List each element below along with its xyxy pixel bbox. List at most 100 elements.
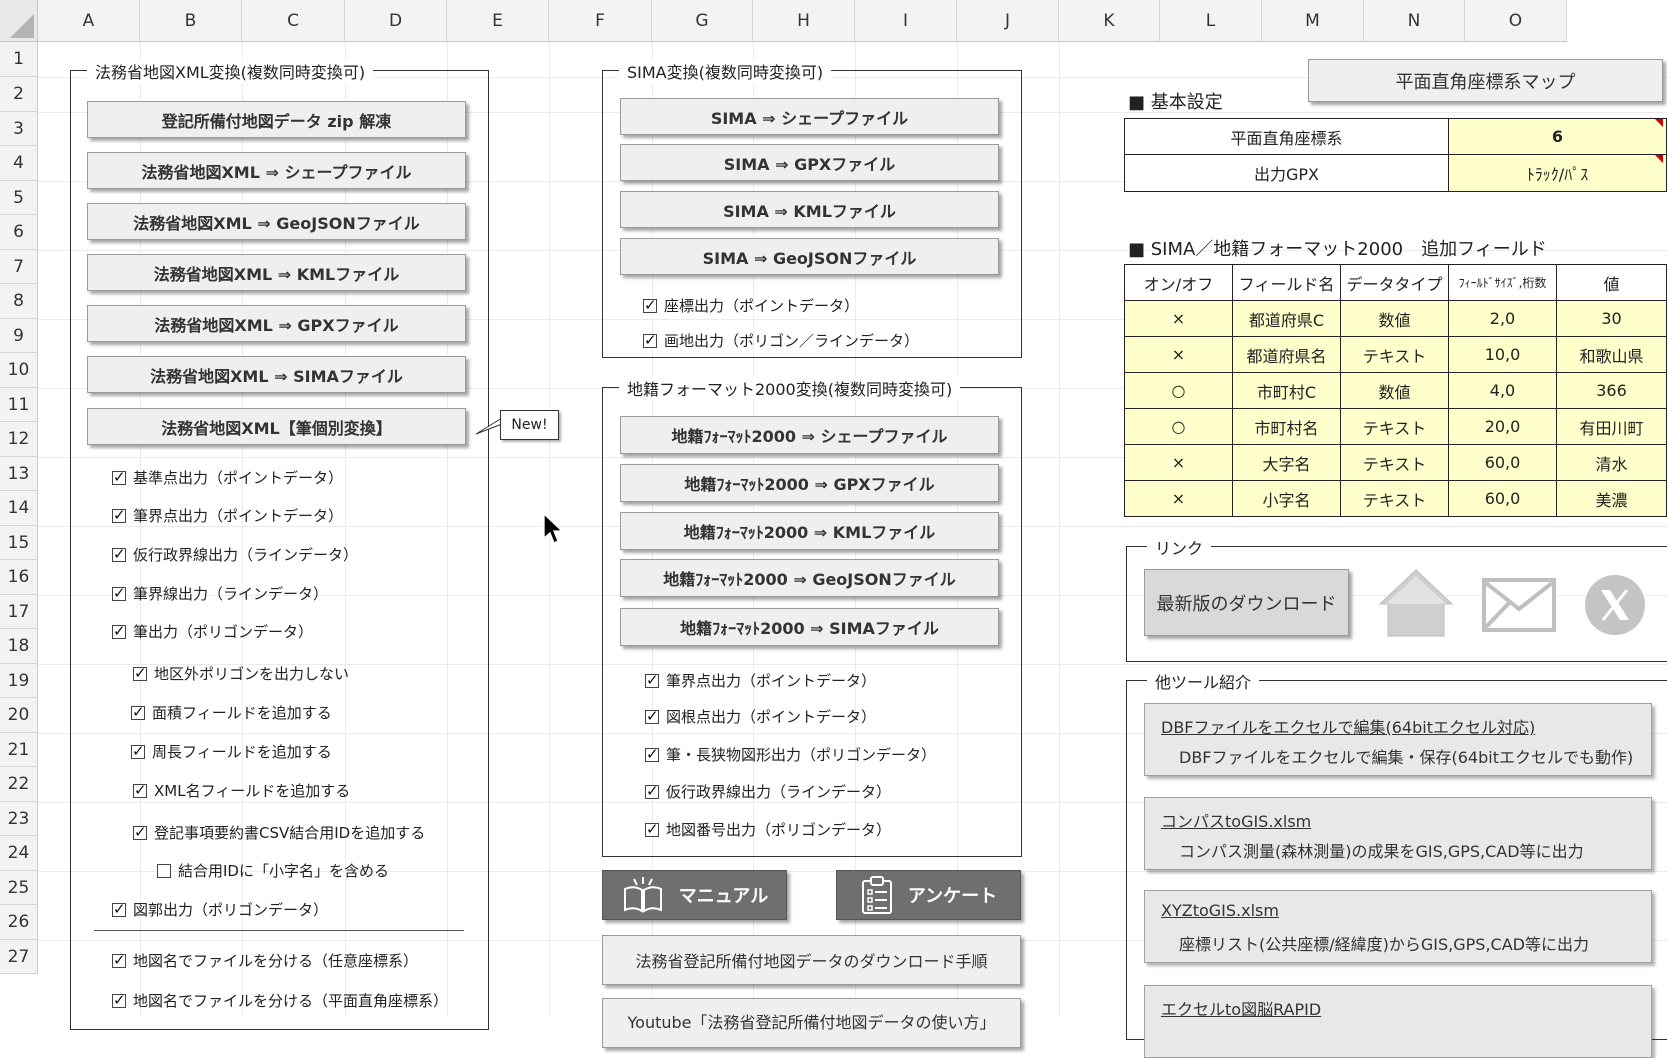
field-value[interactable]: 和歌山県 — [1556, 336, 1667, 373]
row-header-3[interactable]: 3 — [0, 112, 38, 146]
checkbox-chiseki-admin-line-box[interactable] — [645, 782, 659, 800]
chiseki-to-gpx-button[interactable]: 地籍ﾌｫｰﾏｯﾄ2000 ⇒ GPXファイル — [620, 464, 999, 502]
field-value[interactable]: 美濃 — [1556, 480, 1667, 517]
sima-to-geojson-button[interactable]: SIMA ⇒ GeoJSONファイル — [620, 238, 999, 275]
row-header-2[interactable]: 2 — [0, 77, 38, 112]
row-header-9[interactable]: 9 — [0, 319, 38, 353]
select-all-corner[interactable] — [0, 0, 38, 42]
xml-to-kml-button[interactable]: 法務省地図XML ⇒ KMLファイル — [87, 254, 466, 291]
row-header-4[interactable]: 4 — [0, 146, 38, 181]
field-toggle[interactable]: ○ — [1124, 372, 1233, 409]
checkbox-parcel-polygon-box[interactable] — [112, 622, 126, 640]
row-header-17[interactable]: 17 — [0, 595, 38, 629]
column-header-h[interactable]: H — [753, 0, 855, 42]
field-value[interactable]: 366 — [1556, 372, 1667, 409]
field-toggle[interactable]: × — [1124, 444, 1233, 481]
row-header-18[interactable]: 18 — [0, 629, 38, 664]
tool-card-dbf-link[interactable]: DBFファイルをエクセルで編集(64bitエクセル対応) — [1161, 714, 1535, 738]
sima-to-gpx-button[interactable]: SIMA ⇒ GPXファイル — [620, 144, 999, 181]
xml-per-parcel-button[interactable]: 法務省地図XML【筆個別変換】 — [87, 408, 466, 445]
chiseki-to-kml-button[interactable]: 地籍ﾌｫｰﾏｯﾄ2000 ⇒ KMLファイル — [620, 512, 999, 550]
row-header-22[interactable]: 22 — [0, 767, 38, 802]
row-header-10[interactable]: 10 — [0, 353, 38, 388]
column-header-c[interactable]: C — [242, 0, 345, 42]
checkbox-perimeter-field[interactable]: 周長フィールドを追加する — [131, 741, 332, 762]
column-header-o[interactable]: O — [1465, 0, 1567, 42]
row-header-12[interactable]: 12 — [0, 422, 38, 457]
checkbox-split-by-map-any-box[interactable] — [112, 951, 126, 969]
row-header-1[interactable]: 1 — [0, 42, 38, 77]
checkbox-boundary-point-box[interactable] — [112, 506, 126, 524]
checkbox-boundary-point[interactable]: 筆界点出力（ポイントデータ） — [112, 505, 343, 526]
field-name[interactable]: 都道府県名 — [1232, 336, 1341, 373]
row-header-27[interactable]: 27 — [0, 940, 38, 974]
checkbox-area-field[interactable]: 面積フィールドを追加する — [131, 702, 332, 723]
checkbox-chiseki-root-point-box[interactable] — [645, 707, 659, 725]
checkbox-split-by-map-any[interactable]: 地図名でファイルを分ける（任意座標系） — [112, 950, 418, 971]
survey-button[interactable]: アンケート — [836, 870, 1021, 920]
field-name[interactable]: 大字名 — [1232, 444, 1341, 481]
coord-system-value[interactable]: 6 — [1448, 118, 1667, 155]
column-header-g[interactable]: G — [652, 0, 753, 42]
field-name[interactable]: 小字名 — [1232, 480, 1341, 517]
checkbox-control-point[interactable]: 基準点出力（ポイントデータ） — [112, 467, 343, 488]
checkbox-csv-join-id-box[interactable] — [133, 823, 147, 841]
row-header-14[interactable]: 14 — [0, 491, 38, 526]
field-value[interactable]: 30 — [1556, 300, 1667, 337]
row-header-20[interactable]: 20 — [0, 698, 38, 733]
row-header-19[interactable]: 19 — [0, 664, 38, 698]
checkbox-sima-lot[interactable]: 画地出力（ポリゴン／ラインデータ） — [643, 330, 919, 351]
output-gpx-value[interactable]: ﾄﾗｯｸ/ﾊﾟｽ — [1448, 154, 1667, 192]
field-value[interactable]: 清水 — [1556, 444, 1667, 481]
field-size[interactable]: 4,0 — [1448, 372, 1557, 409]
checkbox-csv-join-id[interactable]: 登記事項要約書CSV結合用IDを追加する — [133, 822, 425, 843]
column-header-e[interactable]: E — [447, 0, 549, 42]
field-name[interactable]: 市町村C — [1232, 372, 1341, 409]
field-value[interactable]: 有田川町 — [1556, 408, 1667, 445]
column-header-n[interactable]: N — [1364, 0, 1465, 42]
row-header-23[interactable]: 23 — [0, 802, 38, 836]
sima-to-kml-button[interactable]: SIMA ⇒ KMLファイル — [620, 191, 999, 228]
checkbox-split-by-map-plane-box[interactable] — [112, 991, 126, 1009]
checkbox-chiseki-boundary-point[interactable]: 筆界点出力（ポイントデータ） — [645, 670, 876, 691]
row-header-26[interactable]: 26 — [0, 905, 38, 940]
column-header-b[interactable]: B — [140, 0, 242, 42]
checkbox-xml-name-field[interactable]: XML名フィールドを追加する — [133, 780, 350, 801]
checkbox-exclude-outside[interactable]: 地区外ポリゴンを出力しない — [133, 663, 349, 684]
checkbox-chiseki-polygon-box[interactable] — [645, 745, 659, 763]
checkbox-admin-line-box[interactable] — [112, 545, 126, 563]
latest-download-button[interactable]: 最新版のダウンロード — [1144, 569, 1349, 636]
field-toggle[interactable]: ○ — [1124, 408, 1233, 445]
checkbox-chiseki-root-point[interactable]: 図根点出力（ポイントデータ） — [645, 706, 876, 727]
row-header-21[interactable]: 21 — [0, 733, 38, 767]
checkbox-map-frame[interactable]: 図郭出力（ポリゴンデータ） — [112, 899, 328, 920]
mail-icon[interactable] — [1481, 577, 1557, 633]
download-steps-button[interactable]: 法務省登記所備付地図データのダウンロード手順 — [602, 935, 1021, 985]
youtube-guide-button[interactable]: Youtube「法務省登記所備付地図データの使い方」 — [602, 998, 1021, 1048]
field-name[interactable]: 市町村名 — [1232, 408, 1341, 445]
checkbox-sima-coord[interactable]: 座標出力（ポイントデータ） — [643, 295, 859, 316]
xml-to-shapefile-button[interactable]: 法務省地図XML ⇒ シェープファイル — [87, 152, 466, 189]
row-header-8[interactable]: 8 — [0, 284, 38, 319]
checkbox-perimeter-field-box[interactable] — [131, 742, 145, 760]
unzip-button[interactable]: 登記所備付地図データ zip 解凍 — [87, 101, 466, 138]
field-type[interactable]: 数値 — [1340, 300, 1449, 337]
row-header-5[interactable]: 5 — [0, 181, 38, 215]
sima-to-shapefile-button[interactable]: SIMA ⇒ シェープファイル — [620, 98, 999, 135]
column-header-j[interactable]: J — [957, 0, 1059, 42]
field-type[interactable]: テキスト — [1340, 336, 1449, 373]
column-header-a[interactable]: A — [38, 0, 140, 42]
tool-card-zuno[interactable]: エクセルto図脳RAPID — [1144, 985, 1652, 1058]
tool-card-compass[interactable]: コンパスtoGIS.xlsm コンパス測量(森林測量)の成果をGIS,GPS,C… — [1144, 797, 1652, 870]
row-header-7[interactable]: 7 — [0, 250, 38, 284]
tool-card-xyz[interactable]: XYZtoGIS.xlsm 座標リスト(公共座標/経緯度)からGIS,GPS,C… — [1144, 890, 1652, 963]
checkbox-boundary-line[interactable]: 筆界線出力（ラインデータ） — [112, 583, 328, 604]
tool-card-xyz-link[interactable]: XYZtoGIS.xlsm — [1161, 901, 1279, 920]
checkbox-exclude-outside-box[interactable] — [133, 664, 147, 682]
xml-to-sima-button[interactable]: 法務省地図XML ⇒ SIMAファイル — [87, 356, 466, 393]
checkbox-area-field-box[interactable] — [131, 703, 145, 721]
checkbox-chiseki-admin-line[interactable]: 仮行政界線出力（ラインデータ） — [645, 781, 891, 802]
plane-coord-map-button[interactable]: 平面直角座標系マップ — [1308, 59, 1663, 102]
tool-card-dbf[interactable]: DBFファイルをエクセルで編集(64bitエクセル対応) DBFファイルをエクセ… — [1144, 703, 1652, 776]
checkbox-sima-coord-box[interactable] — [643, 296, 657, 314]
